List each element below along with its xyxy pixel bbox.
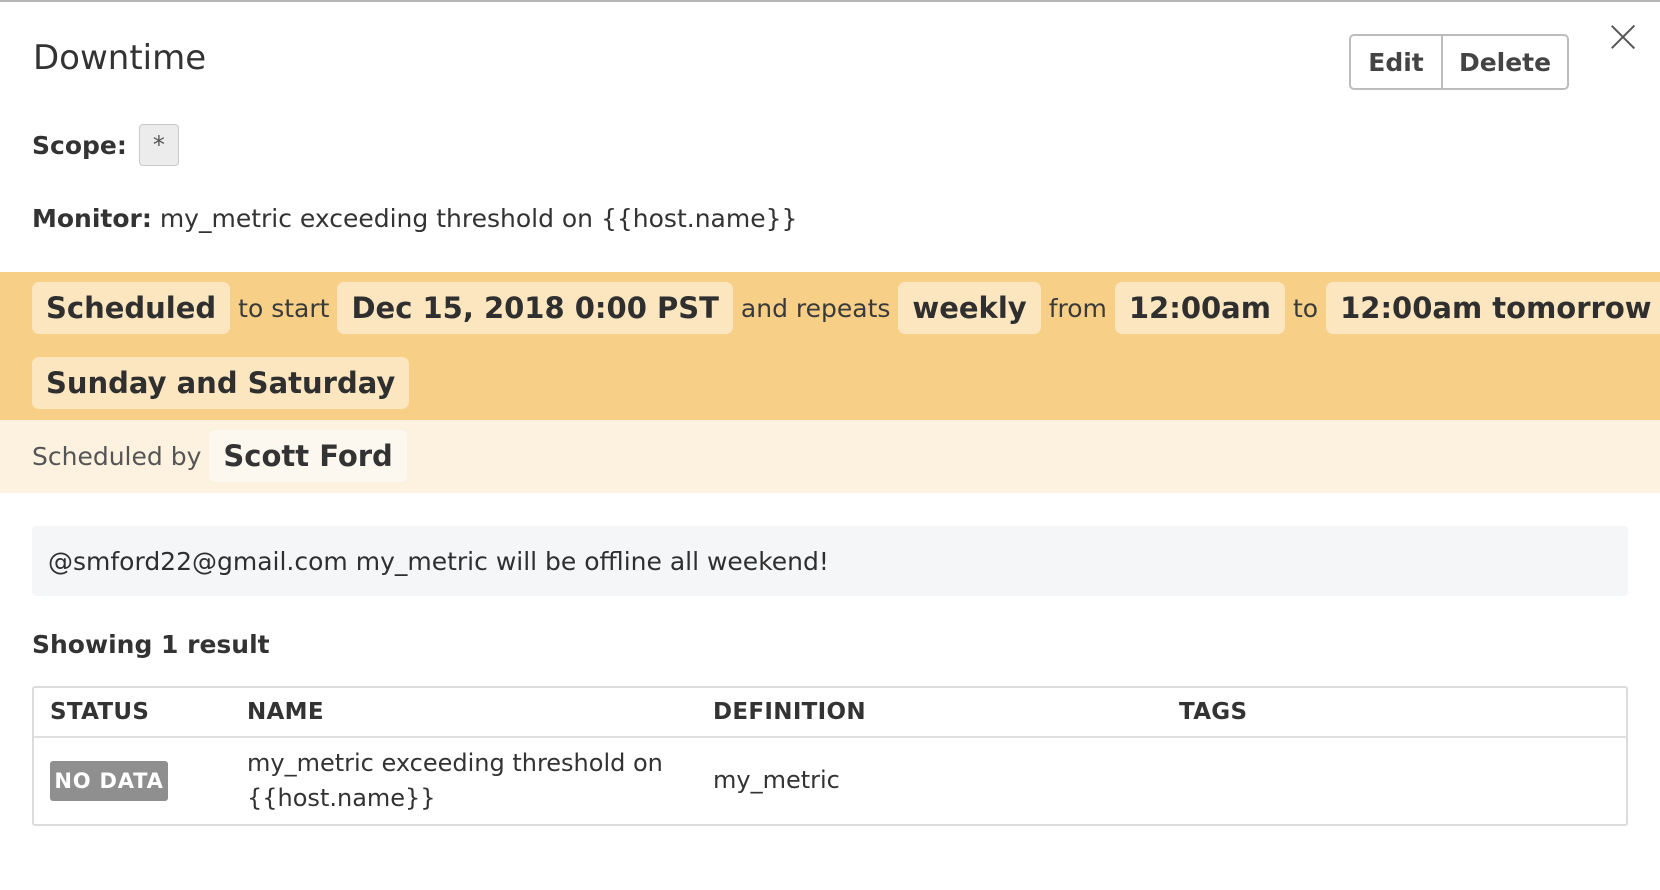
scope-label: Scope:: [32, 130, 127, 160]
schedule-from-time-chip: 12:00am: [1114, 282, 1285, 334]
table-header: STATUS NAME DEFINITION TAGS: [34, 688, 1626, 738]
monitor-name: my_metric exceeding threshold on {{host.…: [159, 204, 798, 233]
schedule-banner: Scheduled to start Dec 15, 2018 0:00 PST…: [0, 272, 1660, 420]
schedule-text-repeats: and repeats: [740, 293, 891, 323]
row-definition: my_metric: [713, 766, 840, 794]
schedule-frequency-chip: weekly: [898, 282, 1041, 334]
scheduled-by-label: Scheduled by: [32, 441, 202, 471]
edit-button[interactable]: Edit: [1349, 34, 1443, 90]
schedule-days-chip: Sunday and Saturday: [32, 357, 410, 409]
schedule-status-chip: Scheduled: [32, 282, 231, 334]
schedule-line-1: Scheduled to start Dec 15, 2018 0:00 PST…: [32, 282, 1660, 334]
status-badge: NO DATA: [50, 761, 168, 801]
action-button-group: Edit Delete: [1349, 34, 1569, 90]
column-header-tags: TAGS: [1179, 699, 1248, 725]
schedule-text-to-start: to start: [238, 293, 330, 323]
monitor-row: Monitor: my_metric exceeding threshold o…: [32, 204, 797, 233]
results-summary: Showing 1 result: [32, 630, 270, 659]
close-icon[interactable]: [1607, 20, 1641, 54]
row-name[interactable]: my_metric exceeding threshold on {{host.…: [247, 746, 663, 816]
row-name-line-2: {{host.name}}: [247, 784, 436, 812]
delete-button[interactable]: Delete: [1443, 34, 1569, 90]
table-row[interactable]: NO DATA my_metric exceeding threshold on…: [34, 738, 1626, 824]
downtime-panel: Downtime Edit Delete Scope: * Monitor: m…: [0, 0, 1660, 890]
schedule-text-to: to: [1292, 293, 1319, 323]
column-header-name: NAME: [247, 699, 324, 725]
top-divider: [0, 0, 1660, 2]
monitor-table: STATUS NAME DEFINITION TAGS NO DATA my_m…: [32, 686, 1628, 826]
schedule-start-chip: Dec 15, 2018 0:00 PST: [337, 282, 733, 334]
column-header-status: STATUS: [50, 699, 150, 725]
schedule-line-2: Sunday and Saturday: [32, 357, 410, 409]
downtime-message: @smford22@gmail.com my_metric will be of…: [32, 526, 1628, 596]
row-name-line-1: my_metric exceeding threshold on: [247, 749, 663, 777]
column-header-definition: DEFINITION: [713, 699, 866, 725]
scope-tag: *: [138, 124, 179, 166]
page-title: Downtime: [33, 38, 207, 78]
schedule-text-from: from: [1048, 293, 1107, 323]
scheduled-by-user: Scott Ford: [209, 430, 407, 482]
scope-row: Scope: *: [32, 124, 179, 166]
scheduled-by-row: Scheduled by Scott Ford: [0, 420, 1660, 493]
monitor-label: Monitor:: [32, 204, 152, 233]
schedule-to-time-chip: 12:00am tomorrow: [1326, 282, 1660, 334]
